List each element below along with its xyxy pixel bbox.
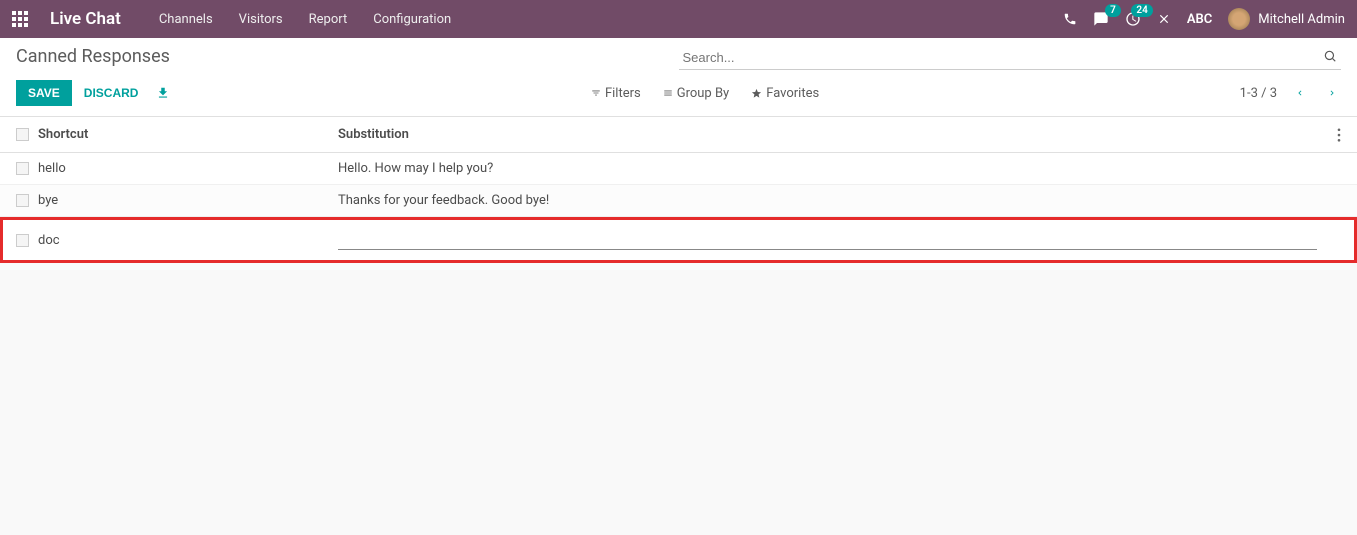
groupby-dropdown[interactable]: Group By: [663, 86, 730, 101]
groupby-icon: [663, 88, 673, 98]
row-substitution[interactable]: Hello. How may I help you?: [338, 161, 1317, 176]
select-all-checkbox[interactable]: [16, 128, 29, 141]
avatar: [1228, 8, 1250, 30]
search-icon[interactable]: [1323, 48, 1337, 63]
pager-next[interactable]: [1323, 85, 1341, 101]
close-icon[interactable]: [1157, 12, 1171, 27]
row-shortcut[interactable]: doc: [38, 233, 338, 248]
user-menu[interactable]: Mitchell Admin: [1228, 8, 1345, 30]
activity-badge: 24: [1131, 4, 1152, 17]
favorites-label: Favorites: [766, 86, 819, 101]
navbar-right: 7 24 ABC Mitchell Admin: [1063, 8, 1345, 30]
nav-item-configuration[interactable]: Configuration: [373, 12, 451, 27]
messages-badge: 7: [1105, 4, 1121, 17]
row-substitution[interactable]: Thanks for your feedback. Good bye!: [338, 193, 1317, 208]
nav-item-channels[interactable]: Channels: [159, 12, 213, 27]
substitution-input[interactable]: [338, 230, 1317, 250]
activity-icon[interactable]: 24: [1125, 11, 1141, 27]
cp-row-top: Canned Responses: [16, 46, 1341, 70]
list-table: Shortcut Substitution hello Hello. How m…: [0, 117, 1357, 263]
pager: 1-3 / 3: [1240, 85, 1341, 101]
filters-label: Filters: [605, 86, 641, 101]
filters-dropdown[interactable]: Filters: [591, 86, 641, 101]
company-label[interactable]: ABC: [1187, 12, 1212, 27]
save-button[interactable]: SAVE: [16, 80, 72, 106]
messages-icon[interactable]: 7: [1093, 11, 1109, 27]
table-row-editing[interactable]: doc: [0, 217, 1357, 263]
row-checkbox[interactable]: [16, 162, 29, 175]
top-navbar: Live Chat Channels Visitors Report Confi…: [0, 0, 1357, 38]
row-checkbox[interactable]: [16, 234, 29, 247]
nav-item-report[interactable]: Report: [309, 12, 348, 27]
search-wrap: [679, 46, 1342, 70]
cp-row-bottom: SAVE DISCARD Filters Group By Favorites …: [16, 70, 1341, 116]
table-header: Shortcut Substitution: [0, 117, 1357, 153]
apps-icon[interactable]: [12, 11, 28, 27]
user-name: Mitchell Admin: [1258, 12, 1345, 27]
page-title: Canned Responses: [16, 46, 170, 67]
star-icon: [751, 88, 762, 99]
search-input[interactable]: [679, 46, 1342, 70]
row-checkbox[interactable]: [16, 194, 29, 207]
kebab-icon: [1337, 128, 1341, 142]
phone-icon[interactable]: [1063, 12, 1077, 27]
row-shortcut[interactable]: hello: [38, 161, 338, 176]
favorites-dropdown[interactable]: Favorites: [751, 86, 819, 101]
row-shortcut[interactable]: bye: [38, 193, 338, 208]
export-icon[interactable]: [156, 86, 170, 101]
pager-prev[interactable]: [1291, 85, 1309, 101]
nav-menu: Channels Visitors Report Configuration: [159, 12, 451, 27]
filter-icon: [591, 88, 601, 98]
header-checkbox-cell: [16, 128, 38, 141]
groupby-label: Group By: [677, 86, 730, 101]
nav-item-visitors[interactable]: Visitors: [239, 12, 283, 27]
row-substitution-editing: [338, 230, 1317, 250]
table-row[interactable]: bye Thanks for your feedback. Good bye!: [0, 185, 1357, 217]
navbar-left: Live Chat Channels Visitors Report Confi…: [12, 9, 451, 29]
control-panel: Canned Responses SAVE DISCARD Filters Gr…: [0, 38, 1357, 117]
filter-bar: Filters Group By Favorites: [591, 86, 819, 101]
table-row[interactable]: hello Hello. How may I help you?: [0, 153, 1357, 185]
app-title[interactable]: Live Chat: [50, 9, 121, 29]
pager-text: 1-3 / 3: [1240, 86, 1277, 101]
header-shortcut[interactable]: Shortcut: [38, 127, 338, 142]
header-options[interactable]: [1317, 127, 1341, 142]
header-substitution[interactable]: Substitution: [338, 127, 1317, 142]
discard-button[interactable]: DISCARD: [72, 80, 151, 106]
